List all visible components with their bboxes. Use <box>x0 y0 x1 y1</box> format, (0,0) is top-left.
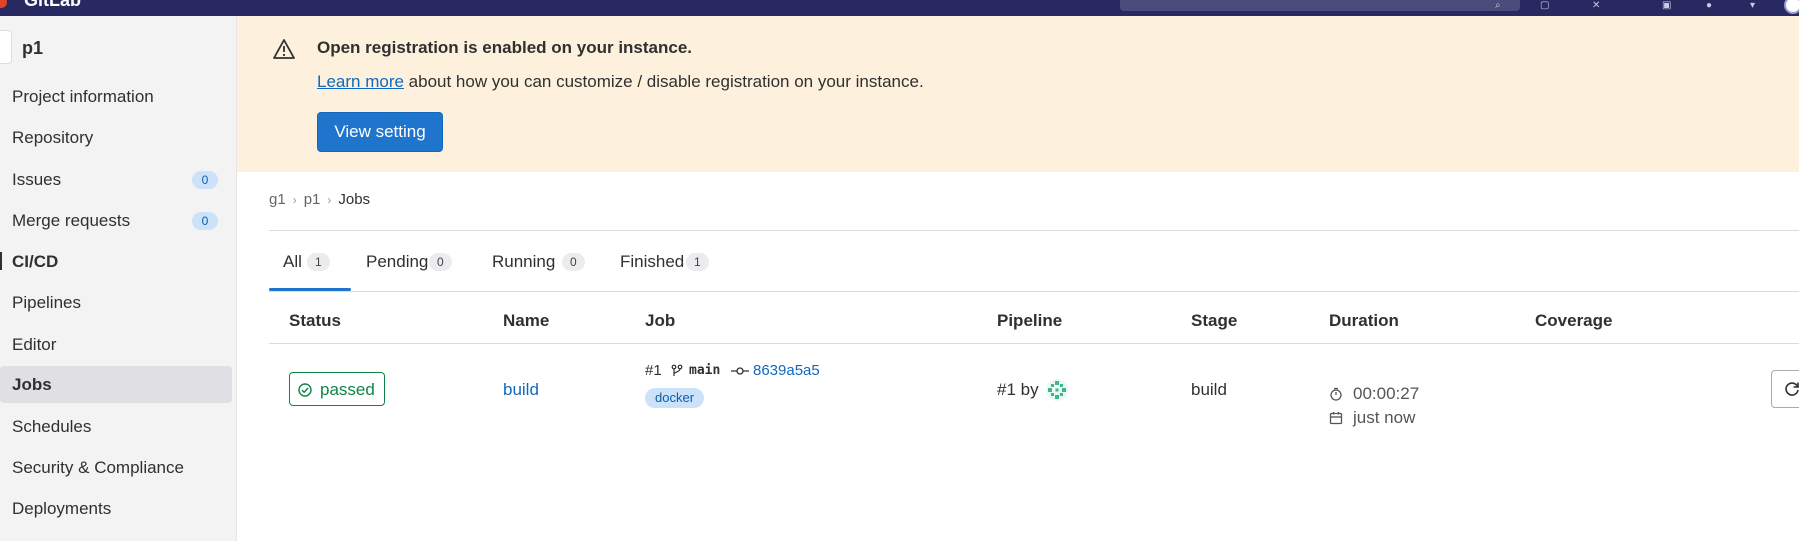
divider <box>269 343 1799 344</box>
chevron-right-icon: › <box>327 193 332 207</box>
sidebar-item-repository[interactable]: Repository <box>0 119 232 156</box>
column-header-status: Status <box>289 311 341 330</box>
issues-icon[interactable]: ✕ <box>1592 1 1600 11</box>
warning-icon <box>273 39 295 59</box>
registration-alert: Open registration is enabled on your ins… <box>237 16 1799 172</box>
stage-value: build <box>1191 380 1227 399</box>
sidebar-item-label: Jobs <box>12 375 52 394</box>
calendar-icon <box>1329 412 1343 425</box>
status-label: passed <box>320 380 375 399</box>
runner-tag-badge: docker <box>645 388 705 408</box>
project-name: p1 <box>22 38 44 58</box>
breadcrumb: g1 › p1 › Jobs <box>269 191 370 208</box>
issues-count-badge: 0 <box>192 171 218 189</box>
divider <box>269 230 1799 231</box>
tab-count: 0 <box>562 253 585 271</box>
breadcrumb-item-g1[interactable]: g1 <box>269 191 286 208</box>
tab-label: All <box>283 252 302 271</box>
breadcrumb-item-jobs[interactable]: Jobs <box>338 191 370 208</box>
sidebar-item-schedules[interactable]: Schedules <box>0 408 232 445</box>
branch-ref-link[interactable]: main <box>689 363 720 378</box>
left-sidebar: p1 Project information Repository Issues… <box>0 16 237 541</box>
job-name-link[interactable]: build <box>503 380 539 400</box>
sidebar-item-deployments[interactable]: Deployments <box>0 490 232 527</box>
duration-value: 00:00:27 <box>1353 384 1420 403</box>
learn-more-link[interactable]: Learn more <box>317 72 404 91</box>
main-content: Open registration is enabled on your ins… <box>237 16 1799 541</box>
tab-count: 0 <box>429 253 452 271</box>
column-header-pipeline: Pipeline <box>997 311 1063 330</box>
sidebar-item-label: CI/CD <box>12 252 59 271</box>
job-id-link[interactable]: #1 <box>645 362 662 379</box>
commit-icon <box>731 367 749 375</box>
tab-label: Finished <box>620 252 685 271</box>
tab-label: Running <box>492 252 556 271</box>
project-header[interactable]: p1 <box>0 30 230 68</box>
breadcrumb-item-p1[interactable]: p1 <box>304 191 321 208</box>
search-icon: ⌕ <box>1495 0 1501 11</box>
search-input[interactable] <box>1120 0 1520 11</box>
merge-requests-icon[interactable]: ▣ <box>1662 1 1671 11</box>
section-indicator <box>0 252 2 270</box>
sidebar-item-label: Issues <box>12 170 62 189</box>
user-avatar-icon[interactable] <box>1045 378 1069 402</box>
status-badge[interactable]: passed <box>289 372 385 406</box>
sidebar-item-cicd[interactable]: CI/CD <box>0 243 232 280</box>
commit-sha-link[interactable]: 8639a5a5 <box>753 362 820 379</box>
sidebar-item-label: Merge requests <box>12 211 131 230</box>
sidebar-item-label: Security & Compliance <box>12 458 184 477</box>
column-header-duration: Duration <box>1329 311 1399 330</box>
pipeline-link[interactable]: #1 by <box>997 380 1039 400</box>
sidebar-item-editor[interactable]: Editor <box>0 326 232 363</box>
retry-button[interactable] <box>1771 370 1799 408</box>
sidebar-item-label: Deployments <box>12 499 112 518</box>
view-setting-button[interactable]: View setting <box>317 112 443 152</box>
sidebar-item-label: Schedules <box>12 417 92 436</box>
tab-label: Pending <box>366 252 429 271</box>
sidebar-item-issues[interactable]: Issues 0 <box>0 161 232 198</box>
help-icon[interactable]: ● <box>1706 1 1712 11</box>
column-header-stage: Stage <box>1191 311 1238 330</box>
column-header-name: Name <box>503 311 550 330</box>
merge-requests-count-badge: 0 <box>192 212 218 230</box>
sidebar-item-label: Pipelines <box>12 293 81 312</box>
sidebar-item-label: Editor <box>12 335 57 354</box>
sidebar-item-label: Project information <box>12 87 154 106</box>
column-header-coverage: Coverage <box>1535 311 1613 330</box>
sidebar-item-pipelines[interactable]: Pipelines <box>0 284 232 321</box>
finished-time: just now <box>1353 408 1416 427</box>
branch-icon <box>671 364 683 376</box>
sidebar-item-jobs[interactable]: Jobs <box>0 366 232 403</box>
user-avatar[interactable] <box>1784 0 1799 14</box>
alert-body: Learn more about how you can customize /… <box>317 72 924 92</box>
sidebar-item-merge-requests[interactable]: Merge requests 0 <box>0 202 232 239</box>
top-navbar: GitLab ⌕ ▢ ✕ ▣ ● ▾ <box>0 0 1799 16</box>
retry-icon <box>1785 382 1799 396</box>
timer-icon <box>1330 387 1342 401</box>
sidebar-item-label: Repository <box>12 128 94 147</box>
chevron-right-icon: › <box>292 193 297 207</box>
sidebar-item-project-information[interactable]: Project information <box>0 78 232 115</box>
project-avatar <box>0 30 12 64</box>
alert-body-text: about how you can customize / disable re… <box>403 72 924 91</box>
tab-count: 1 <box>686 253 709 271</box>
gitlab-logo-icon[interactable] <box>0 0 7 8</box>
divider <box>269 291 1799 292</box>
brand-name[interactable]: GitLab <box>24 0 81 11</box>
todos-icon[interactable]: ▾ <box>1750 1 1755 11</box>
sidebar-item-security-compliance[interactable]: Security & Compliance <box>0 449 232 486</box>
create-new-icon[interactable]: ▢ <box>1540 1 1549 11</box>
tab-count: 1 <box>307 253 330 271</box>
alert-title: Open registration is enabled on your ins… <box>317 38 693 57</box>
column-header-job: Job <box>645 311 676 330</box>
check-circle-icon <box>298 383 312 397</box>
